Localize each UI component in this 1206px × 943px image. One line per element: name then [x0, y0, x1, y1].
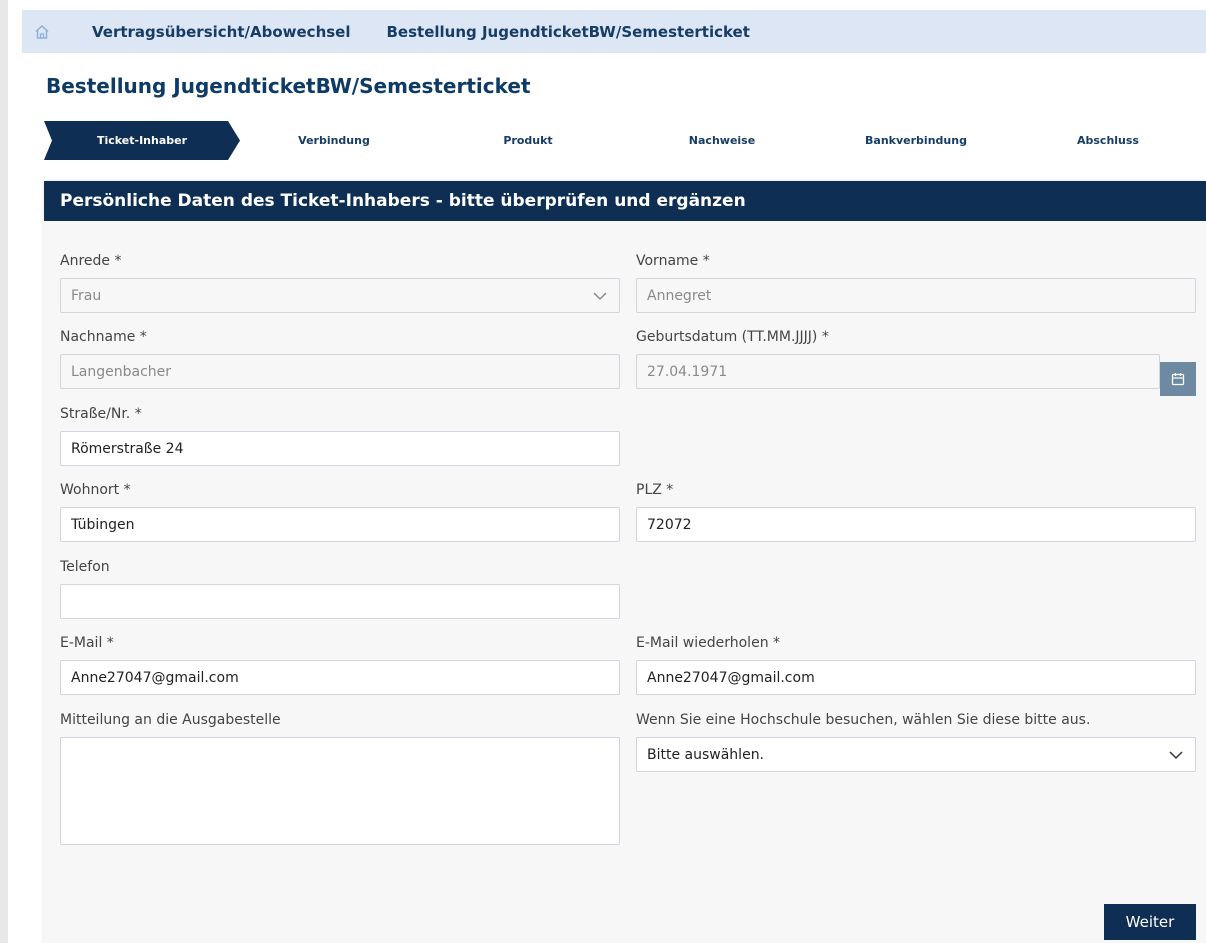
strasse-value: Römerstraße 24 [71, 440, 184, 457]
step-verbindung[interactable]: Verbindung [234, 121, 434, 160]
breadcrumb: Vertragsübersicht/Abowechsel Bestellung … [22, 10, 1206, 53]
step-produkt[interactable]: Produkt [428, 121, 628, 160]
email-repeat-field[interactable]: Anne27047@gmail.com [636, 660, 1196, 695]
plz-value: 72072 [647, 516, 692, 533]
anrede-value: Frau [71, 287, 102, 304]
nachname-field[interactable]: Langenbacher [60, 354, 620, 389]
geburtsdatum-label: Geburtsdatum (TT.MM.JJJJ) * [636, 329, 829, 345]
wohnort-label: Wohnort * [60, 482, 131, 498]
geburtsdatum-field[interactable]: 27.04.1971 [636, 354, 1160, 389]
card-heading: Persönliche Daten des Ticket-Inhabers - … [60, 191, 746, 211]
plz-field[interactable]: 72072 [636, 507, 1196, 542]
hochschule-label: Wenn Sie eine Hochschule besuchen, wähle… [636, 712, 1091, 728]
step-abschluss[interactable]: Abschluss [1010, 121, 1206, 160]
email-label: E-Mail * [60, 635, 114, 651]
telefon-field[interactable] [60, 584, 620, 619]
mitteilung-textarea[interactable] [60, 737, 620, 845]
wohnort-field[interactable]: Tübingen [60, 507, 620, 542]
anrede-select[interactable]: Frau [60, 278, 620, 313]
step-nachweise[interactable]: Nachweise [622, 121, 822, 160]
telefon-label: Telefon [60, 559, 110, 575]
breadcrumb-item-vertragsuebersicht[interactable]: Vertragsübersicht/Abowechsel [92, 23, 351, 41]
step-label: Ticket-Inhaber [96, 134, 188, 147]
email-repeat-value: Anne27047@gmail.com [647, 669, 815, 686]
vorname-label: Vorname * [636, 253, 710, 269]
chevron-down-icon [593, 292, 607, 301]
page-title: Bestellung JugendticketBW/Semesterticket [46, 74, 531, 98]
card-header: Persönliche Daten des Ticket-Inhabers - … [44, 181, 1206, 221]
breadcrumb-item-bestellung[interactable]: Bestellung JugendticketBW/Semesterticket [387, 23, 750, 41]
strasse-field[interactable]: Römerstraße 24 [60, 431, 620, 466]
home-icon[interactable] [26, 10, 58, 53]
next-button[interactable]: Weiter [1104, 904, 1196, 940]
chevron-down-icon [1169, 751, 1183, 760]
mitteilung-label: Mitteilung an die Ausgabestelle [60, 712, 281, 728]
email-repeat-label: E-Mail wiederholen * [636, 635, 781, 651]
geburtsdatum-value: 27.04.1971 [647, 363, 728, 380]
vorname-field[interactable]: Annegret [636, 278, 1196, 313]
hochschule-select[interactable]: Bitte auswählen. [636, 737, 1196, 772]
calendar-icon [1171, 373, 1185, 386]
step-label: Bankverbindung [865, 134, 967, 147]
step-label: Verbindung [298, 134, 370, 147]
email-field[interactable]: Anne27047@gmail.com [60, 660, 620, 695]
step-label: Abschluss [1077, 134, 1139, 147]
anrede-label: Anrede * [60, 253, 122, 269]
vorname-value: Annegret [647, 287, 712, 304]
step-ticket-inhaber[interactable]: Ticket-Inhaber [44, 121, 240, 160]
email-value: Anne27047@gmail.com [71, 669, 239, 686]
progress-stepper: Ticket-Inhaber Verbindung Produkt Nachwe… [44, 121, 1206, 160]
calendar-button[interactable] [1160, 362, 1196, 396]
nachname-label: Nachname * [60, 329, 147, 345]
step-label: Produkt [503, 134, 553, 147]
plz-label: PLZ * [636, 482, 674, 498]
strasse-label: Straße/Nr. * [60, 406, 142, 422]
wohnort-value: Tübingen [71, 516, 135, 533]
step-label: Nachweise [688, 134, 756, 147]
step-bankverbindung[interactable]: Bankverbindung [816, 121, 1016, 160]
nachname-value: Langenbacher [71, 363, 172, 380]
left-border [0, 0, 8, 943]
hochschule-value: Bitte auswählen. [647, 746, 765, 763]
